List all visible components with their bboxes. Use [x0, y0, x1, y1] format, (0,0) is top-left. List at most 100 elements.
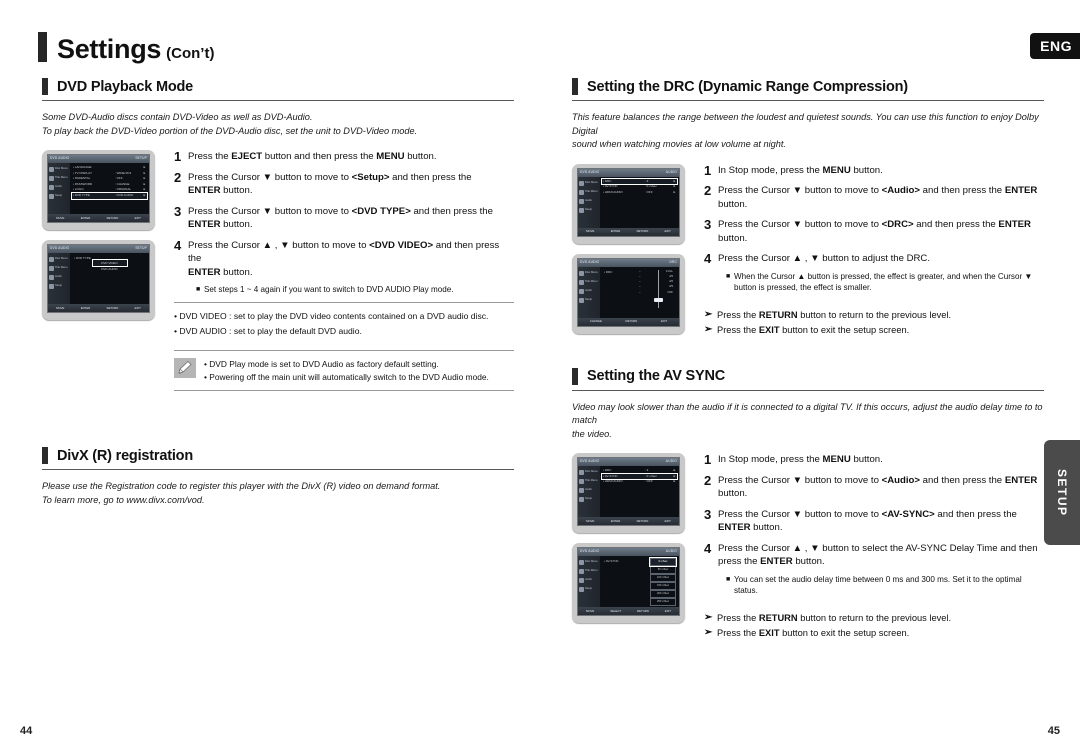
screen-content: • LANGUAGE ► • TV DISPLAY: WIDE/16:9 ► • P…	[70, 163, 149, 214]
step-item: 1 In Stop mode, press the MENU button.	[704, 164, 1044, 178]
screen-bottombar: MOVE ENTER RETURN EXIT	[48, 304, 149, 312]
step-text: Press the Cursor ▲ , ▼ button to select …	[718, 542, 1038, 568]
step-text: Press the Cursor ▲ , ▼ button to adjust …	[718, 253, 931, 264]
intro-line-2: sound when watching movies at low volume…	[572, 139, 786, 149]
screen-content: • DRC: 3 ► • AV-SYNC: 0 mSec ► • HDMI AUDI…	[600, 177, 679, 228]
arrow-note-text: Press the EXIT button to exit the setup …	[717, 627, 910, 638]
section-heading: Setting the DRC (Dynamic Range Compressi…	[572, 78, 1044, 101]
bullet-item: • DVD AUDIO : set to play the default DV…	[174, 326, 362, 336]
section-accent-bar	[572, 367, 578, 385]
tv-screen-avsync-delay-list: DVD AUDIO AUDIO Disc Menu Title Menu Aud…	[572, 543, 685, 623]
step-item: 1 In Stop mode, press the MENU button.	[704, 453, 1044, 467]
square-bullet-icon: ■	[726, 272, 731, 280]
section-title: DivX (R) registration	[57, 447, 193, 464]
arrow-note: ➢ Press the RETURN button to return to t…	[704, 611, 1044, 625]
section-accent-bar	[42, 78, 48, 95]
intro-line-1: Please use the Registration code to regi…	[42, 481, 441, 491]
step-text: Press the Cursor ▼ button to move to <DR…	[718, 219, 1031, 244]
avsync-option: 50 mSec	[650, 566, 676, 574]
intro-line-1: Video may look slower than the audio if …	[572, 401, 1043, 426]
screen-sidebar: Disc Menu Title Menu Audio Setup	[578, 266, 600, 318]
note-box: • DVD Play mode is set to DVD Audio as f…	[174, 350, 514, 391]
arrow-icon: ➢	[704, 323, 713, 335]
screen-sidebar-item: Title Menu	[48, 264, 70, 273]
intro-line-2: To learn more, go to www.divx.com/vod.	[42, 494, 205, 505]
drc-level: – OFF	[639, 289, 673, 294]
screen-sidebar-item: Disc Menu	[578, 468, 600, 477]
page-number-left: 44	[20, 725, 33, 737]
step-item: 1 Press the EJECT button and then press …	[174, 150, 514, 164]
screen-sidebar-item: Disc Menu	[48, 165, 70, 174]
screen-sidebar-item: Setup	[578, 296, 600, 305]
screen-thumbnails: DVD AUDIO AUDIO Disc Menu Title Menu Aud…	[572, 163, 697, 344]
setup-side-tab: SETUP	[1044, 440, 1080, 545]
tv-screen-audio-menu-drc: DVD AUDIO AUDIO Disc Menu Title Menu Aud…	[572, 163, 685, 244]
note-text: • DVD Play mode is set to DVD Audio as f…	[204, 358, 489, 383]
screen-sidebar-item: Audio	[578, 197, 600, 206]
avsync-option: 250 mSec	[650, 598, 676, 607]
arrow-note-text: Press the RETURN button to return to the…	[717, 309, 952, 320]
screen-menu-row: • HDMI AUDIO: OFF ►	[603, 189, 676, 194]
intro-line-1: This feature balances the range between …	[572, 112, 1039, 136]
step-text: Press the Cursor ▼ button to move to <DV…	[188, 205, 493, 231]
screen-sidebar-item: Audio	[48, 183, 70, 192]
screen-sidebar: Disc Menu Title Menu Audio Setup	[48, 163, 70, 214]
screen-bottombar: MOVE ENTER RETURN EXIT	[578, 227, 679, 236]
screen-sidebar: Disc Menu Title Menu Audio Setup	[48, 253, 70, 304]
step-item: 3 Press the Cursor ▼ button to move to <…	[704, 508, 1044, 535]
screen-topbar: DVD AUDIO SETUP	[48, 245, 149, 253]
screen-sidebar-item: Title Menu	[578, 477, 600, 486]
screen-bottombar: MOVE ENTER RETURN EXIT	[48, 214, 149, 222]
screen-sidebar-item: Audio	[578, 576, 600, 585]
section-accent-bar	[572, 78, 578, 95]
avsync-option: 200 mSec	[650, 590, 676, 598]
step-text: Press the Cursor ▼ button to move to <Au…	[718, 185, 1038, 210]
step-sub-note: ■ You can set the audio delay time betwe…	[726, 574, 1022, 596]
arrow-icon: ➢	[704, 626, 713, 638]
screen-bottombar: MOVE ENTER RETURN EXIT	[578, 517, 679, 525]
section-av-sync: Setting the AV SYNC Video may look slowe…	[572, 367, 1044, 641]
section-dvd-playback-mode: DVD Playback Mode Some DVD-Audio discs c…	[42, 78, 514, 391]
screen-sidebar-item: Title Menu	[578, 278, 600, 287]
screen-thumbnails: DVD AUDIO SETUP Disc Menu Title Menu Aud…	[42, 150, 167, 391]
page-title-text: Settings	[57, 34, 162, 64]
screen-sidebar: Disc Menu Title Menu Audio Setup	[578, 176, 600, 228]
avsync-arrow-notes: ➢ Press the RETURN button to return to t…	[704, 611, 1044, 640]
section-accent-bar	[42, 447, 48, 464]
intro-line-1: Some DVD-Audio discs contain DVD-Video a…	[42, 112, 313, 122]
drc-level-scale: – FULL –4/5 –4/6 –3/5 – OFF	[639, 269, 673, 295]
square-bullet-icon: ■	[726, 575, 731, 583]
screen-sidebar-item: Disc Menu	[48, 255, 70, 264]
section-title: Setting the DRC (Dynamic Range Compressi…	[587, 78, 908, 95]
screen-sidebar: Disc Menu Title Menu Audio Setup	[578, 466, 600, 517]
step-item: 4 Press the Cursor ▲ , ▼ button to selec…	[704, 542, 1044, 569]
screen-option: DVD AUDIO	[101, 267, 118, 271]
step-list: 1 In Stop mode, press the MENU button. 2…	[697, 453, 1044, 641]
screen-topbar-left: DVD AUDIO	[50, 156, 70, 161]
step-item: 2 Press the Cursor ▼ button to move to <…	[704, 474, 1044, 501]
step-sub-note: ■ When the Cursor ▲ button is pressed, t…	[726, 271, 1033, 293]
note-line: • Powering off the main unit will automa…	[204, 371, 489, 382]
screen-sidebar-item: Setup	[48, 192, 70, 201]
arrow-note: ➢ Press the RETURN button to return to t…	[704, 308, 1044, 322]
square-bullet-icon: ■	[196, 286, 201, 293]
arrow-note-text: Press the RETURN button to return to the…	[717, 612, 952, 623]
screen-sidebar-item: Audio	[48, 273, 70, 282]
step-text: In Stop mode, press the MENU button.	[718, 454, 883, 465]
step-list: 1 In Stop mode, press the MENU button. 2…	[697, 164, 1044, 344]
screen-content: • AV-SYNC 0 mSec 50 mSec 100 mSec 150 mS…	[600, 556, 679, 615]
screen-sidebar-item: Disc Menu	[578, 558, 600, 567]
arrow-note: ➢ Press the EXIT button to exit the setu…	[704, 323, 1044, 337]
screen-topbar: DVD AUDIO SETUP	[48, 155, 149, 163]
screen-topbar: DVD AUDIO DRC	[578, 258, 679, 267]
right-column: Setting the DRC (Dynamic Range Compressi…	[572, 78, 1044, 645]
avsync-option: 150 mSec	[650, 582, 676, 590]
step-item: 3 Press the Cursor ▼ button to move to <…	[704, 218, 1044, 245]
arrow-icon: ➢	[704, 611, 713, 623]
section-intro: This feature balances the range between …	[572, 111, 1044, 152]
step-sub-note: ■ Set steps 1 ~ 4 again if you want to s…	[196, 285, 454, 294]
section-heading: DVD Playback Mode	[42, 78, 514, 101]
screen-sidebar-item: Setup	[578, 585, 600, 594]
screen-sidebar-item: Disc Menu	[578, 269, 600, 278]
section-title: DVD Playback Mode	[57, 78, 194, 95]
